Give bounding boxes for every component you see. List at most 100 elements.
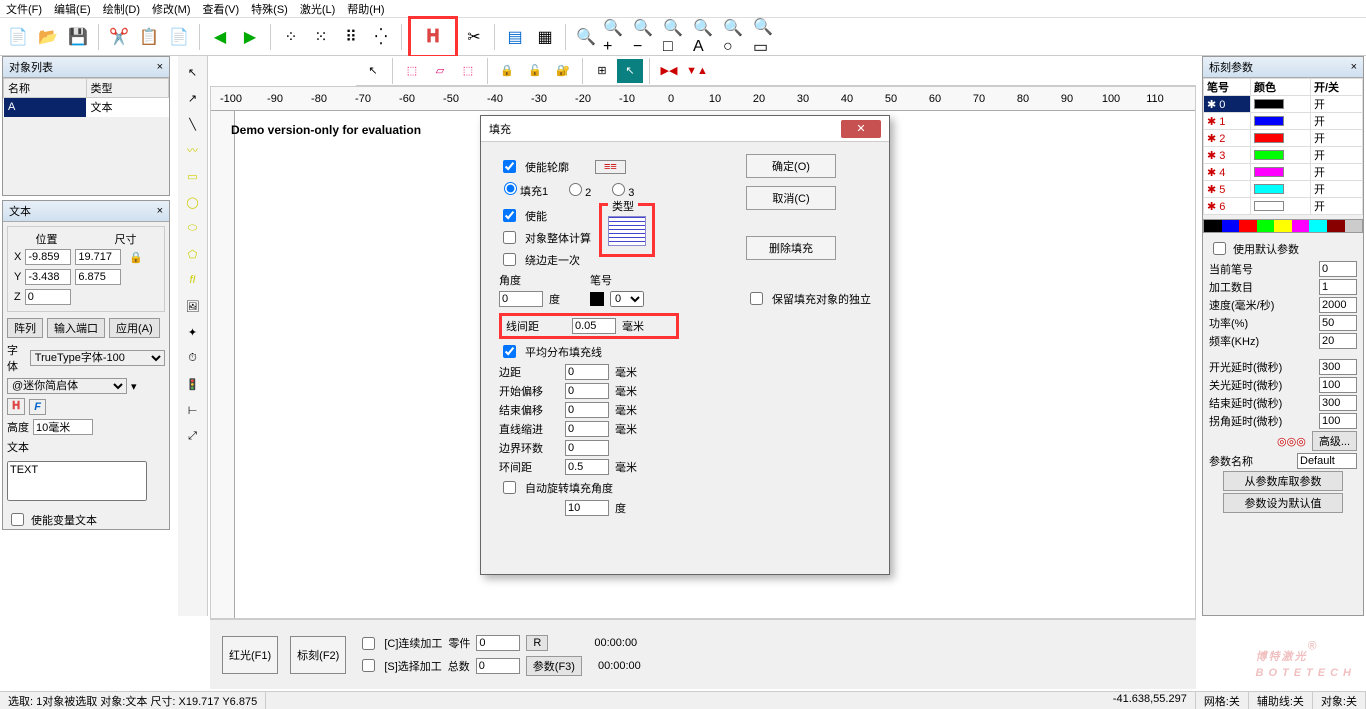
timer-icon[interactable]: ⏱	[181, 346, 205, 370]
pen-row[interactable]: ✱ 6开	[1204, 198, 1363, 215]
zoom-in-icon[interactable]: 🔍+	[602, 23, 630, 51]
var-text-checkbox[interactable]	[11, 513, 24, 526]
param-name-input[interactable]	[1297, 453, 1357, 469]
font-f-icon[interactable]: F	[29, 399, 46, 415]
power-input[interactable]	[1319, 315, 1357, 331]
fill3-radio[interactable]	[612, 183, 625, 196]
pen-row[interactable]: ✱ 4开	[1204, 164, 1363, 181]
params-button[interactable]: 参数(F3)	[526, 656, 582, 676]
curve-icon[interactable]: 〰	[181, 138, 205, 162]
end-offset-input[interactable]	[565, 402, 609, 418]
node-icon[interactable]: ↗	[181, 86, 205, 110]
avg-fill-checkbox[interactable]	[503, 345, 516, 358]
start-offset-input[interactable]	[565, 383, 609, 399]
circle-icon[interactable]: ◯	[181, 190, 205, 214]
lock-icon[interactable]: 🔒	[494, 59, 520, 83]
fill-type-icon[interactable]	[608, 216, 646, 246]
save-icon[interactable]: 💾	[64, 23, 92, 51]
line-reduce-input[interactable]	[565, 421, 609, 437]
freq-input[interactable]	[1319, 333, 1357, 349]
mirror-v-icon[interactable]: ▼▲	[684, 59, 710, 83]
loop-input[interactable]	[565, 440, 609, 456]
mirror-h-icon[interactable]: ▶◀	[656, 59, 682, 83]
close-icon[interactable]: ×	[157, 205, 163, 217]
mark-button[interactable]: 标刻(F2)	[290, 636, 346, 674]
traffic-icon[interactable]: 🚦	[181, 372, 205, 396]
count-input[interactable]	[1319, 279, 1357, 295]
pen-row[interactable]: ✱ 2开	[1204, 130, 1363, 147]
dots2-icon[interactable]: ⁙	[307, 23, 335, 51]
pen-table[interactable]: 笔号颜色开/关 ✱ 0开✱ 1开✱ 2开✱ 3开✱ 4开✱ 5开✱ 6开	[1203, 78, 1363, 215]
grid-icon[interactable]: ▦	[531, 23, 559, 51]
margin-input[interactable]	[565, 364, 609, 380]
ellipse-icon[interactable]: ⬭	[181, 216, 205, 240]
cut-icon[interactable]: ✂️	[105, 23, 133, 51]
table-row[interactable]: A	[4, 98, 87, 117]
zoom-sel-icon[interactable]: 🔍○	[722, 23, 750, 51]
dropdown-icon[interactable]: ▾	[131, 380, 137, 393]
use-default-checkbox[interactable]	[1213, 242, 1226, 255]
rings-icon[interactable]: ◎◎◎	[1277, 435, 1306, 448]
ok-button[interactable]: 确定(O)	[746, 154, 836, 178]
sel1-icon[interactable]: ⬚	[399, 59, 425, 83]
pen-select[interactable]: 0	[610, 291, 644, 307]
menu-modify[interactable]: 修改(M)	[152, 1, 191, 17]
angle-input[interactable]	[499, 291, 543, 307]
edge-once-checkbox[interactable]	[503, 253, 516, 266]
cursor-icon[interactable]: ↖	[360, 59, 386, 83]
fill1-radio[interactable]	[504, 182, 517, 195]
r-button[interactable]: R	[526, 635, 548, 651]
sel2-icon[interactable]: ▱	[427, 59, 453, 83]
scissors-icon[interactable]: ✂	[460, 23, 488, 51]
list-icon[interactable]: ▤	[501, 23, 529, 51]
on-delay-input[interactable]	[1319, 359, 1357, 375]
total-input[interactable]	[476, 658, 520, 674]
parts-input[interactable]	[476, 635, 520, 651]
menu-draw[interactable]: 绘制(D)	[103, 1, 140, 17]
lock-all-icon[interactable]: 🔐	[550, 59, 576, 83]
pos-z-input[interactable]	[25, 289, 71, 305]
menu-help[interactable]: 帮助(H)	[347, 1, 384, 17]
dots1-icon[interactable]: ⁘	[277, 23, 305, 51]
hatch-small-icon[interactable]: 𝐇	[7, 398, 25, 415]
keep-indep-checkbox[interactable]	[750, 292, 763, 305]
height-input[interactable]	[33, 419, 93, 435]
size-w-input[interactable]	[75, 249, 121, 265]
corner-delay-input[interactable]	[1319, 413, 1357, 429]
open-icon[interactable]: 📂	[34, 23, 62, 51]
vector-icon[interactable]: ✦	[181, 320, 205, 344]
fill2-radio[interactable]	[569, 183, 582, 196]
pen-row[interactable]: ✱ 1开	[1204, 113, 1363, 130]
zoom-ext-icon[interactable]: 🔍▭	[752, 23, 780, 51]
pen-row[interactable]: ✱ 0开	[1204, 96, 1363, 113]
unlock-icon[interactable]: 🔓	[522, 59, 548, 83]
rect-icon[interactable]: ▭	[181, 164, 205, 188]
redo-icon[interactable]: ▶	[236, 23, 264, 51]
zoom-all-icon[interactable]: 🔍A	[692, 23, 720, 51]
font-select[interactable]: TrueType字体-100	[30, 350, 165, 366]
menu-edit[interactable]: 编辑(E)	[54, 1, 91, 17]
enable-outline-checkbox[interactable]	[503, 160, 516, 173]
size-h-input[interactable]	[75, 269, 121, 285]
auto-rotate-checkbox[interactable]	[503, 481, 516, 494]
ruler-icon[interactable]: ⊢	[181, 398, 205, 422]
text-content-input[interactable]: TEXT	[7, 461, 147, 501]
hatch-icon[interactable]: 𝐇	[408, 16, 458, 58]
copy-icon[interactable]: 📋	[135, 23, 163, 51]
new-icon[interactable]: 📄	[4, 23, 32, 51]
delete-fill-button[interactable]: 删除填充	[746, 236, 836, 260]
cancel-button[interactable]: 取消(C)	[746, 186, 836, 210]
end-delay-input[interactable]	[1319, 395, 1357, 411]
pos-y-input[interactable]	[25, 269, 71, 285]
enable-checkbox[interactable]	[503, 209, 516, 222]
red-light-button[interactable]: 红光(F1)	[222, 636, 278, 674]
whole-obj-checkbox[interactable]	[503, 231, 516, 244]
align-icon[interactable]: ⊞	[589, 59, 615, 83]
loop-dist-input[interactable]	[565, 459, 609, 475]
image-icon[interactable]: 🖼	[181, 294, 205, 318]
cur-pen-input[interactable]	[1319, 261, 1357, 277]
select-mark-checkbox[interactable]	[362, 659, 375, 672]
apply-button[interactable]: 应用(A)	[109, 318, 160, 338]
dialog-close-button[interactable]: ✕	[841, 120, 881, 138]
dots4-icon[interactable]: ⁛	[367, 23, 395, 51]
